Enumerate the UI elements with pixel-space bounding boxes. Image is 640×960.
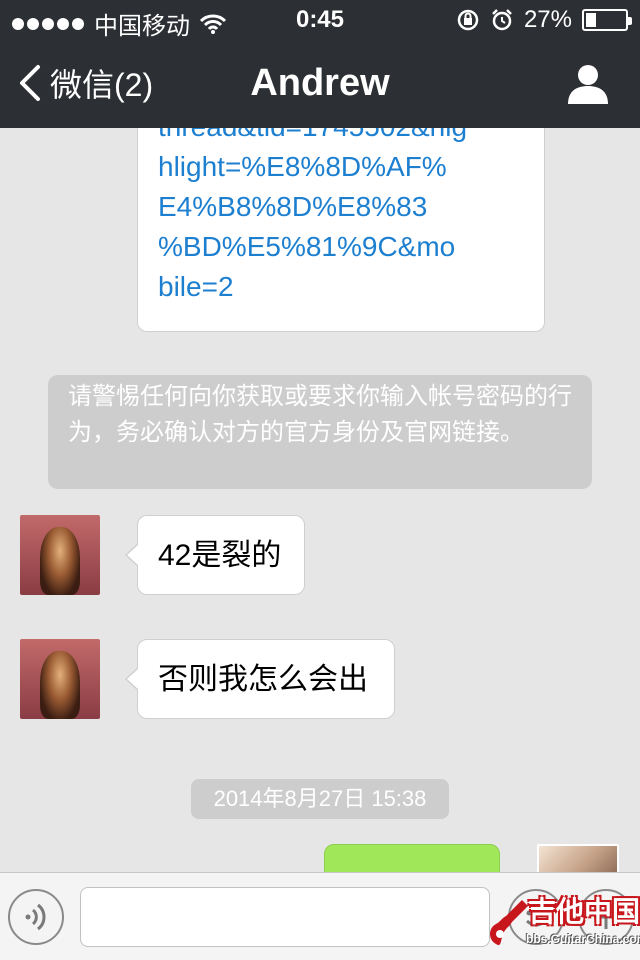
received-message-bubble[interactable]: 42是裂的 (125, 515, 305, 595)
message-text: 42是裂的 (158, 539, 282, 572)
alarm-icon (492, 9, 512, 31)
received-message-bubble[interactable]: 否则我怎么会出 (125, 639, 395, 719)
chat-message-list[interactable]: thread&tid=1745502&hig hlight=%E8%8D%AF%… (0, 128, 640, 872)
navigation-bar: 微信(2) Andrew (0, 40, 640, 128)
chat-title: Andrew (250, 62, 390, 104)
profile-button[interactable] (566, 62, 610, 106)
battery-icon (582, 9, 632, 31)
message-link[interactable]: thread&tid=1745502&hig hlight=%E8%8D%AF%… (158, 128, 526, 307)
voice-icon (25, 903, 46, 931)
timestamp-badge: 2014年8月27日 15:38 (191, 779, 449, 819)
link-message-bubble[interactable]: thread&tid=1745502&hig hlight=%E8%8D%AF%… (137, 128, 545, 332)
rotation-lock-icon (457, 9, 479, 31)
status-bar: 中国移动 0:45 27% (0, 0, 640, 40)
contact-avatar[interactable] (20, 515, 100, 595)
battery-level (586, 13, 597, 27)
status-indicators: 27% (456, 6, 632, 34)
person-icon (568, 65, 608, 104)
sent-message-bubble[interactable] (324, 844, 500, 872)
watermark-title: 吉他中国 (528, 896, 640, 927)
message-input[interactable] (80, 887, 490, 947)
site-watermark: 吉他中国 bbs.GuitarChina.com (486, 886, 640, 960)
battery-percent: 27% (523, 6, 572, 33)
watermark-url: bbs.GuitarChina.com (526, 932, 640, 946)
voice-button[interactable] (8, 889, 64, 945)
my-avatar[interactable] (537, 844, 619, 872)
system-notice: 请警惕任何向你获取或要求你输入帐号密码的行为，务必确认对方的官方身份及官网链接。 (48, 375, 592, 489)
message-text: 否则我怎么会出 (158, 663, 368, 696)
contact-avatar[interactable] (20, 639, 100, 719)
